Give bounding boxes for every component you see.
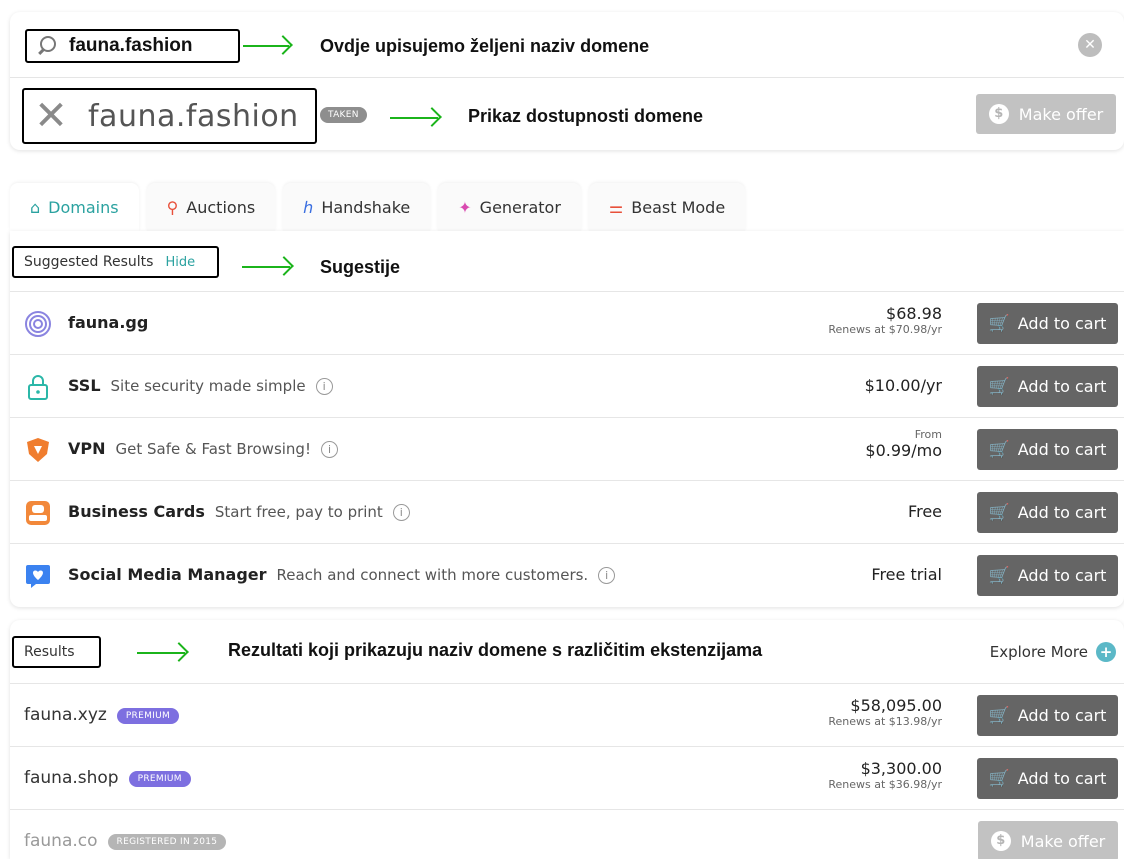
availability-result: ✕ fauna.fashion: [22, 88, 317, 144]
explore-more-link[interactable]: Explore More +: [990, 642, 1116, 662]
table-row: fauna.co REGISTERED IN 2015 $ Make offer: [10, 809, 1124, 859]
add-to-cart-button[interactable]: 🛒 Add to cart: [977, 303, 1118, 344]
list-item: fauna.gg $68.98 Renews at $70.98/yr 🛒 Ad…: [10, 291, 1124, 354]
annotation-arrow: [242, 256, 294, 278]
sliders-icon: ⚌: [608, 197, 624, 217]
suggestion-name: VPN Get Safe & Fast Browsing! i: [68, 439, 338, 458]
add-to-cart-button[interactable]: 🛒 Add to cart: [977, 555, 1118, 596]
generator-icon: ✦: [458, 197, 472, 217]
handshake-icon: ℎ: [303, 197, 314, 217]
premium-badge: PREMIUM: [116, 708, 180, 724]
add-to-cart-button[interactable]: 🛒 Add to cart: [977, 366, 1118, 407]
info-icon[interactable]: i: [315, 378, 333, 395]
search-row: fauna.fashion Ovdje upisujemo željeni na…: [10, 12, 1124, 78]
cart-icon: 🛒: [988, 705, 1010, 726]
vpn-shield-icon: [27, 438, 49, 462]
annotation-results: Rezultati koji prikazuju naziv domene s …: [228, 640, 763, 660]
search-query: fauna.fashion: [69, 35, 193, 56]
info-icon[interactable]: i: [598, 567, 616, 584]
tab-handshake[interactable]: ℎ Handshake: [283, 183, 431, 231]
table-row: fauna.shop PREMIUM $3,300.00 Renews at $3…: [10, 746, 1124, 809]
dollar-icon: $: [990, 831, 1011, 851]
tab-bar: ⌂ Domains ⚲ Auctions ℎ Handshake ✦ Gener…: [10, 183, 753, 231]
domain-price: $3,300.00 Renews at $36.98/yr: [828, 759, 942, 791]
cart-icon: 🛒: [988, 439, 1010, 460]
clear-icon[interactable]: ✕: [1078, 33, 1102, 57]
suggestion-name: SSL Site security made simple i: [68, 376, 333, 395]
cart-icon: 🛒: [988, 376, 1010, 397]
search-icon: [37, 36, 57, 56]
suggestion-name: fauna.gg: [68, 313, 149, 332]
info-icon[interactable]: i: [320, 441, 338, 458]
target-icon: [25, 311, 51, 337]
tab-beast-mode[interactable]: ⚌ Beast Mode: [588, 183, 746, 231]
premium-badge: PREMIUM: [128, 771, 191, 787]
suggestion-price: Free: [908, 502, 942, 521]
hide-link[interactable]: Hide: [165, 255, 195, 270]
cart-icon: 🛒: [988, 565, 1010, 586]
domain-name: fauna.shop PREMIUM: [24, 768, 191, 788]
suggestion-price: $10.00/yr: [864, 376, 942, 395]
cart-icon: 🛒: [988, 313, 1010, 334]
annotation-arrow: [390, 107, 442, 129]
cart-icon: 🛒: [988, 502, 1010, 523]
annotation-suggestions: Sugestije: [320, 257, 401, 277]
add-to-cart-button[interactable]: 🛒 Add to cart: [977, 429, 1118, 470]
tab-auctions[interactable]: ⚲ Auctions: [146, 183, 276, 231]
annotation-search: Ovdje upisujemo željeni naziv domene: [320, 36, 650, 56]
cart-icon: 🛒: [988, 768, 1010, 789]
business-card-icon: [26, 501, 50, 525]
heart-chat-icon: [26, 565, 50, 588]
list-item: Business Cards Start free, pay to print i …: [10, 480, 1124, 543]
auction-icon: ⚲: [166, 197, 179, 217]
add-to-cart-button[interactable]: 🛒 Add to cart: [977, 492, 1118, 533]
dollar-icon: $: [988, 104, 1009, 124]
annotation-arrow: [243, 35, 293, 57]
tab-generator[interactable]: ✦ Generator: [438, 183, 581, 231]
suggestion-price: Free trial: [871, 565, 942, 584]
suggestion-name: Business Cards Start free, pay to print i: [68, 502, 410, 521]
domain-price: $58,095.00 Renews at $13.98/yr: [828, 696, 942, 728]
list-item: SSL Site security made simple i $10.00/yr …: [10, 354, 1124, 417]
suggested-results-header: Suggested Results Hide: [12, 246, 219, 278]
results-panel: Results Rezultati koji prikazuju naziv d…: [10, 620, 1124, 859]
taken-badge: TAKEN: [320, 107, 367, 123]
search-card: fauna.fashion Ovdje upisujemo željeni na…: [10, 12, 1124, 150]
plus-icon: +: [1096, 642, 1116, 662]
suggestion-name: Social Media Manager Reach and connect wi…: [68, 565, 616, 584]
home-icon: ⌂: [30, 197, 41, 217]
search-input[interactable]: fauna.fashion: [25, 29, 240, 63]
suggestion-price: From $0.99/mo: [865, 428, 942, 460]
registered-badge: REGISTERED IN 2015: [107, 834, 227, 850]
domain-name: fauna.xyz PREMIUM: [24, 705, 180, 725]
list-item: VPN Get Safe & Fast Browsing! i From $0.99…: [10, 417, 1124, 480]
make-offer-button[interactable]: $ Make offer: [978, 821, 1118, 859]
annotation-availability: Prikaz dostupnosti domene: [468, 106, 704, 126]
suggested-results-panel: Suggested Results Hide Sugestije fauna.g…: [10, 231, 1124, 607]
suggestion-price: $68.98 Renews at $70.98/yr: [828, 304, 942, 336]
unavailable-x-icon: ✕: [34, 93, 68, 139]
list-item: Social Media Manager Reach and connect wi…: [10, 543, 1124, 606]
add-to-cart-button[interactable]: 🛒 Add to cart: [977, 758, 1118, 799]
domain-name: fauna.co REGISTERED IN 2015: [24, 831, 227, 851]
info-icon[interactable]: i: [392, 504, 410, 521]
results-header: Results: [12, 636, 101, 668]
table-row: fauna.xyz PREMIUM $58,095.00 Renews at $1…: [10, 683, 1124, 746]
tab-domains[interactable]: ⌂ Domains: [10, 183, 139, 231]
checked-domain: fauna.fashion: [88, 98, 299, 134]
add-to-cart-button[interactable]: 🛒 Add to cart: [977, 695, 1118, 736]
make-offer-button[interactable]: $ Make offer: [976, 94, 1116, 134]
lock-icon: [28, 375, 48, 400]
annotation-arrow: [137, 642, 189, 664]
